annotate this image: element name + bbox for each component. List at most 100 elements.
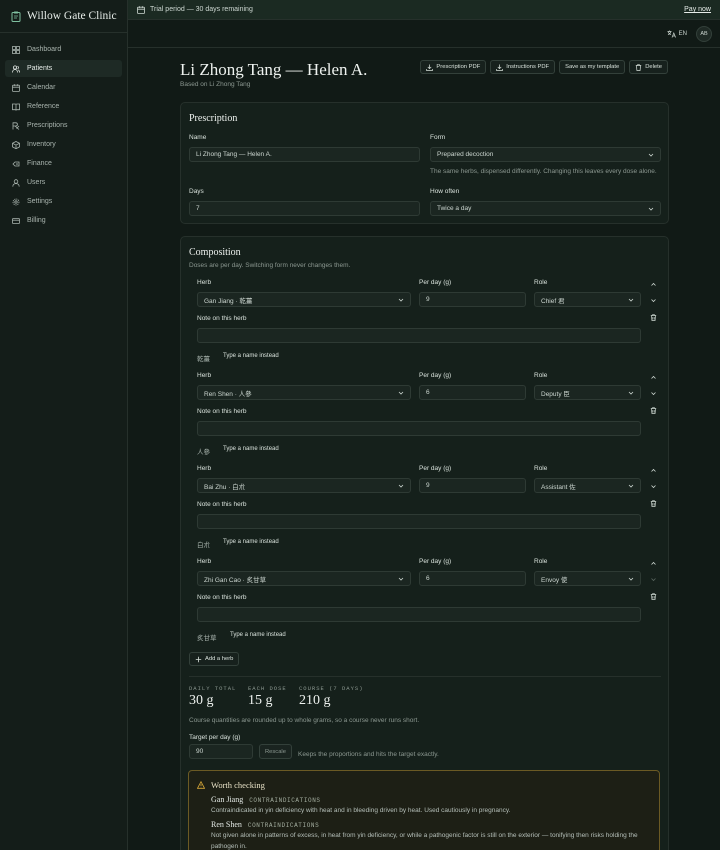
save-template-button[interactable]: Save as my template	[559, 60, 626, 74]
clipboard-icon	[11, 11, 21, 22]
herb-select[interactable]: Zhi Gan Cao · 炙甘草	[197, 571, 411, 586]
chevron-down-icon	[628, 298, 634, 302]
warning-icon	[197, 781, 205, 789]
sidebar-item-calendar[interactable]: Calendar	[5, 79, 122, 96]
warning-text: Not given alone in patterns of excess, i…	[211, 832, 638, 850]
move-down-icon[interactable]	[650, 297, 657, 304]
type-name-link[interactable]: Type a name instead	[223, 539, 279, 545]
move-up-icon[interactable]	[650, 374, 657, 381]
days-input[interactable]: 7	[189, 201, 420, 216]
sidebar-item-settings[interactable]: Settings	[5, 193, 122, 210]
sidebar-item-inventory[interactable]: Inventory	[5, 136, 122, 153]
type-name-link[interactable]: Type a name instead	[223, 446, 279, 452]
sidebar-item-users[interactable]: Users	[5, 174, 122, 191]
add-herb-button[interactable]: Add a herb	[189, 652, 240, 666]
composition-card: Composition Doses are per day. Switching…	[180, 236, 669, 850]
move-down-icon[interactable]	[650, 390, 657, 397]
move-up-icon[interactable]	[650, 560, 657, 567]
gear-icon	[12, 198, 20, 205]
role-select[interactable]: Envoy 使	[534, 571, 641, 586]
herb-select-value: Gan Jiang · 乾薑	[204, 297, 253, 305]
type-name-link[interactable]: Type a name instead	[223, 353, 279, 359]
chevron-down-icon	[398, 298, 404, 302]
pay-now-link[interactable]: Pay now	[684, 6, 711, 13]
sidebar-item-finance[interactable]: Finance	[5, 155, 122, 172]
plus-icon	[195, 656, 202, 662]
role-select[interactable]: Deputy 臣	[534, 385, 641, 400]
prescription-pdf-button[interactable]: Prescription PDF	[420, 60, 487, 74]
sidebar-item-dashboard[interactable]: Dashboard	[5, 41, 122, 58]
page-actions: Prescription PDF Instructions PDF Save a…	[420, 60, 668, 74]
note-input[interactable]	[197, 607, 641, 622]
role-select-value: Envoy 使	[541, 576, 568, 584]
name-label: Name	[189, 134, 207, 141]
type-name-link[interactable]: Type a name instead	[230, 632, 286, 638]
role-label: Role	[534, 372, 548, 379]
sidebar-item-patients[interactable]: Patients	[5, 60, 122, 77]
sidebar-item-reference[interactable]: Reference	[5, 98, 122, 115]
divider	[189, 676, 661, 677]
herb-label: Herb	[197, 558, 212, 565]
sidebar-item-label: Reference	[27, 103, 60, 110]
herb-row: Herb Bai Zhu · 白朮 Per day (g) 9 Role Ass…	[181, 465, 668, 555]
herb-chinese: 炙甘草	[197, 635, 217, 642]
note-input[interactable]	[197, 328, 641, 343]
sidebar: Willow Gate Clinic Dashboard Patients Ca…	[0, 0, 128, 850]
sidebar-item-label: Finance	[27, 160, 52, 167]
trash-icon[interactable]	[650, 500, 657, 507]
role-select-value: Assistant 佐	[541, 483, 576, 491]
user-icon	[12, 178, 20, 187]
target-input[interactable]: 90	[189, 744, 253, 759]
note-input[interactable]	[197, 514, 641, 529]
role-select[interactable]: Chief 君	[534, 292, 641, 307]
herb-row: Herb Ren Shen · 人參 Per day (g) 6 Role De…	[181, 372, 668, 462]
note-label: Note on this herb	[197, 501, 247, 508]
herb-row: Herb Zhi Gan Cao · 炙甘草 Per day (g) 6 Rol…	[181, 558, 668, 648]
translate-icon	[667, 30, 676, 38]
brand[interactable]: Willow Gate Clinic	[0, 0, 127, 33]
note-input[interactable]	[197, 421, 641, 436]
delete-button[interactable]: Delete	[629, 60, 668, 74]
herb-select[interactable]: Bai Zhu · 白朮	[197, 478, 411, 493]
move-down-icon[interactable]	[650, 576, 657, 583]
prescription-icon	[12, 121, 20, 130]
often-select[interactable]: Twice a day	[430, 201, 661, 216]
button-label: Delete	[645, 64, 662, 70]
role-select-value: Chief 君	[541, 297, 565, 305]
trash-icon[interactable]	[650, 593, 657, 600]
avatar[interactable]: AB	[696, 26, 712, 42]
language-switcher[interactable]: EN	[667, 30, 687, 38]
role-select[interactable]: Assistant 佐	[534, 478, 641, 493]
instructions-pdf-button[interactable]: Instructions PDF	[490, 60, 556, 74]
trash-icon[interactable]	[650, 314, 657, 321]
card-title: Prescription	[189, 113, 238, 124]
herb-select[interactable]: Gan Jiang · 乾薑	[197, 292, 411, 307]
move-up-icon[interactable]	[650, 281, 657, 288]
button-label: Rescale	[265, 748, 286, 755]
name-input[interactable]: Li Zhong Tang — Helen A.	[189, 147, 420, 162]
brand-name: Willow Gate Clinic	[27, 10, 117, 22]
sidebar-item-prescriptions[interactable]: Prescriptions	[5, 117, 122, 134]
per-day-input[interactable]: 6	[419, 571, 526, 586]
herb-select[interactable]: Ren Shen · 人參	[197, 385, 411, 400]
sidebar-item-billing[interactable]: Billing	[5, 212, 122, 229]
move-down-icon[interactable]	[650, 483, 657, 490]
move-up-icon[interactable]	[650, 467, 657, 474]
per-day-input[interactable]: 9	[419, 478, 526, 493]
per-day-input[interactable]: 6	[419, 385, 526, 400]
trash-icon[interactable]	[650, 407, 657, 414]
role-label: Role	[534, 558, 548, 565]
chevron-down-icon	[628, 577, 634, 581]
calendar-icon	[137, 5, 145, 14]
chevron-down-icon	[628, 484, 634, 488]
rescale-hint: Keeps the proportions and hits the targe…	[298, 751, 439, 758]
herb-label: Herb	[197, 465, 212, 472]
button-label: Instructions PDF	[506, 64, 550, 70]
form-hint: The same herbs, dispensed differently. C…	[430, 168, 657, 175]
header: EN AB	[128, 20, 720, 48]
warning-herb-name: Ren Shen	[211, 820, 242, 829]
rescale-button[interactable]: Rescale	[259, 744, 292, 759]
sidebar-item-label: Settings	[27, 198, 53, 205]
form-select[interactable]: Prepared decoction	[430, 147, 661, 162]
per-day-input[interactable]: 9	[419, 292, 526, 307]
